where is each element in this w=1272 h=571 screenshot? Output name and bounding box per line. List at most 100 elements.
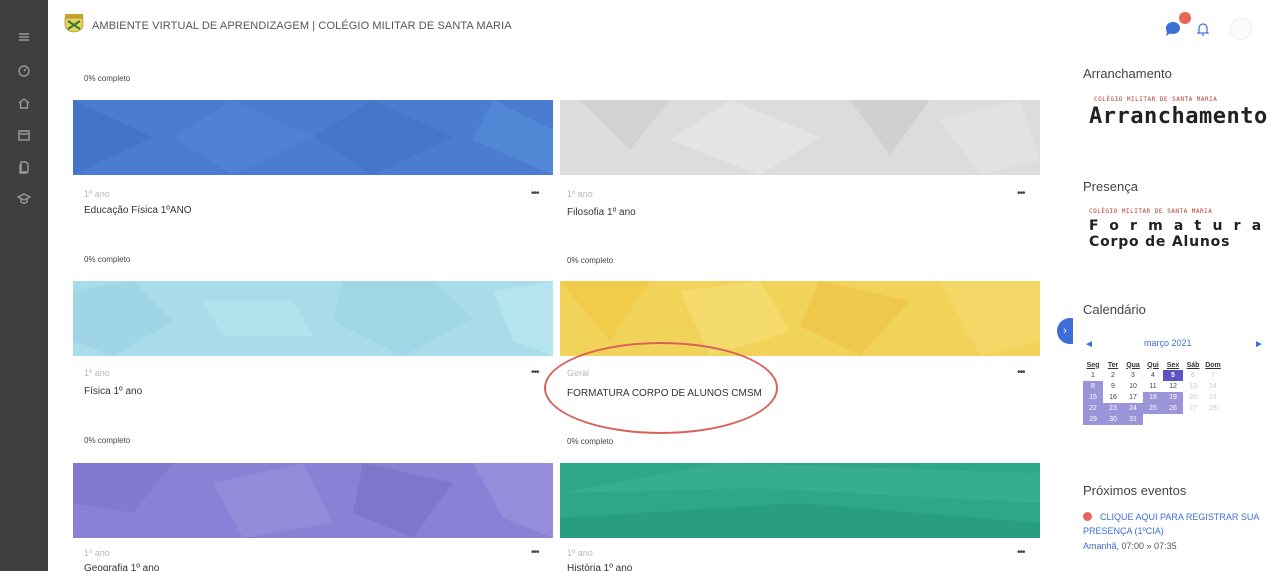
course-menu-button[interactable]: ••• xyxy=(1017,548,1025,558)
school-crest-logo[interactable] xyxy=(64,13,84,33)
course-category: 1º ano xyxy=(567,548,593,558)
banner-title-line1: Formatura xyxy=(1089,218,1272,234)
calendar-day: 16 xyxy=(1109,394,1117,401)
calendar-day[interactable]: 23 xyxy=(1103,403,1123,414)
course-category: 1º ano xyxy=(84,368,110,378)
calendar-day[interactable]: 31 xyxy=(1123,414,1143,425)
files-icon[interactable] xyxy=(17,160,31,174)
calendar-weekday-header: Seg xyxy=(1086,361,1100,369)
calendar-week-row: 22 23 24 25 26 27 28 xyxy=(1083,403,1223,414)
site-title[interactable]: AMBIENTE VIRTUAL DE APRENDIZAGEM | COLÉG… xyxy=(92,20,512,32)
calendar-day: 28 xyxy=(1209,405,1217,412)
calendar-week-row: 8 9 10 11 12 13 14 xyxy=(1083,381,1223,392)
course-name-link[interactable]: Educação Física 1ºANO xyxy=(84,205,192,216)
course-image[interactable] xyxy=(560,100,1040,175)
calendar-day[interactable]: 15 xyxy=(1083,392,1103,403)
calendar-icon[interactable] xyxy=(17,128,31,142)
calendar-grid: Seg Ter Qua Qui Sex Sáb Dom 1 2 3 4 5 6 7 8 9 10 11 12 13 1… xyxy=(1083,360,1223,425)
calendar-day: 27 xyxy=(1189,405,1197,412)
course-image[interactable] xyxy=(560,463,1040,538)
course-menu-button[interactable]: ••• xyxy=(1017,368,1025,378)
course-name-link[interactable]: Geografia 1º ano xyxy=(84,563,159,571)
event-time-range: , 07:00 » 07:35 xyxy=(1116,541,1177,551)
notification-badge xyxy=(1179,12,1191,24)
course-menu-button[interactable]: ••• xyxy=(531,189,539,199)
course-image[interactable] xyxy=(73,281,553,356)
calendar-day: 14 xyxy=(1209,383,1217,390)
block-title-proximos-eventos: Próximos eventos xyxy=(1083,483,1187,498)
course-name-link[interactable]: História 1º ano xyxy=(567,563,632,571)
calendar-day xyxy=(1183,414,1203,425)
page-header: AMBIENTE VIRTUAL DE APRENDIZAGEM | COLÉG… xyxy=(48,0,1272,56)
banner-subtitle: COLÉGIO MILITAR DE SANTA MARIA xyxy=(1094,96,1218,103)
calendar-weekday-header: Sáb xyxy=(1186,361,1200,369)
calendar-day[interactable]: 26 xyxy=(1163,403,1183,414)
calendar-day[interactable]: 18 xyxy=(1143,392,1163,403)
home-icon[interactable] xyxy=(17,96,31,110)
calendar-week-row: 29 30 31 xyxy=(1083,414,1223,425)
calendar-month-label[interactable]: março 2021 xyxy=(1144,338,1192,348)
calendar-day xyxy=(1203,414,1223,425)
course-progress: 0% completo xyxy=(84,74,131,83)
calendar-weekday-header: Qua xyxy=(1126,361,1140,369)
calendar-day: 10 xyxy=(1129,383,1137,390)
chevron-right-icon: › xyxy=(1063,325,1067,337)
calendar-weekday-header: Sex xyxy=(1166,361,1180,369)
course-progress: 0% completo xyxy=(567,256,614,265)
block-title-calendario: Calendário xyxy=(1083,302,1146,317)
calendar-day: 1 xyxy=(1091,372,1095,379)
course-progress: 0% completo xyxy=(567,437,614,446)
calendar-day: 21 xyxy=(1209,394,1217,401)
calendar-day[interactable]: 30 xyxy=(1103,414,1123,425)
course-progress: 0% completo xyxy=(84,436,131,445)
event-day-link[interactable]: Amanhã xyxy=(1083,541,1117,551)
course-progress: 0% completo xyxy=(84,255,131,264)
calendar-day[interactable]: 22 xyxy=(1083,403,1103,414)
calendar-day: 12 xyxy=(1169,383,1177,390)
calendar-day[interactable]: 5 xyxy=(1163,370,1183,381)
event-time: Amanhã, 07:00 » 07:35 xyxy=(1083,541,1177,551)
calendar-week-row: 1 2 3 4 5 6 7 xyxy=(1083,370,1223,381)
banner-title: Arranchamento xyxy=(1089,104,1268,129)
calendar-day: 17 xyxy=(1129,394,1137,401)
dashboard-icon[interactable] xyxy=(17,64,31,78)
drawer-toggle-button[interactable]: › xyxy=(1057,318,1073,344)
user-avatar[interactable] xyxy=(1230,18,1252,40)
course-menu-button[interactable]: ••• xyxy=(531,548,539,558)
calendar-prev-month-button[interactable]: ◄ xyxy=(1084,339,1094,350)
calendar-day: 3 xyxy=(1131,372,1135,379)
calendar-weekday-header: Ter xyxy=(1107,361,1119,369)
calendar-day: 2 xyxy=(1111,372,1115,379)
calendar-day: 6 xyxy=(1191,372,1195,379)
calendar-day[interactable]: 19 xyxy=(1163,392,1183,403)
bell-icon[interactable] xyxy=(1194,20,1212,38)
course-image[interactable] xyxy=(73,100,553,175)
calendar-week-row: 15 16 17 18 19 20 21 xyxy=(1083,392,1223,403)
course-category: 1º ano xyxy=(84,189,110,199)
graduation-cap-icon[interactable] xyxy=(17,192,31,206)
calendar-day: 7 xyxy=(1211,372,1215,379)
banner-title-line2: Corpo de Alunos xyxy=(1089,234,1231,250)
calendar-day: 11 xyxy=(1149,383,1157,390)
course-menu-button[interactable]: ••• xyxy=(531,368,539,378)
course-name-link[interactable]: Filosofia 1º ano xyxy=(567,207,636,218)
block-title-presenca: Presença xyxy=(1083,179,1138,194)
event-link[interactable]: CLIQUE AQUI PARA REGISTRAR SUA PRESENÇA … xyxy=(1083,510,1263,538)
banner-subtitle: COLÉGIO MILITAR DE SANTA MARIA xyxy=(1089,208,1213,215)
calendar-day[interactable]: 24 xyxy=(1123,403,1143,414)
calendar-next-month-button[interactable]: ► xyxy=(1254,339,1264,350)
calendar-day xyxy=(1163,414,1183,425)
course-menu-button[interactable]: ••• xyxy=(1017,189,1025,199)
course-name-link[interactable]: Física 1º ano xyxy=(84,386,142,397)
course-category: 1º ano xyxy=(84,548,110,558)
course-image[interactable] xyxy=(73,463,553,538)
calendar-day: 20 xyxy=(1189,394,1197,401)
calendar-day[interactable]: 25 xyxy=(1143,403,1163,414)
calendar-day: 9 xyxy=(1111,383,1115,390)
calendar-day: 4 xyxy=(1151,372,1155,379)
calendar-day[interactable]: 8 xyxy=(1083,381,1103,392)
calendar-day[interactable]: 29 xyxy=(1083,414,1103,425)
calendar-weekday-header: Qui xyxy=(1147,361,1159,369)
chat-icon[interactable] xyxy=(1164,20,1182,38)
menu-icon[interactable] xyxy=(17,30,31,44)
